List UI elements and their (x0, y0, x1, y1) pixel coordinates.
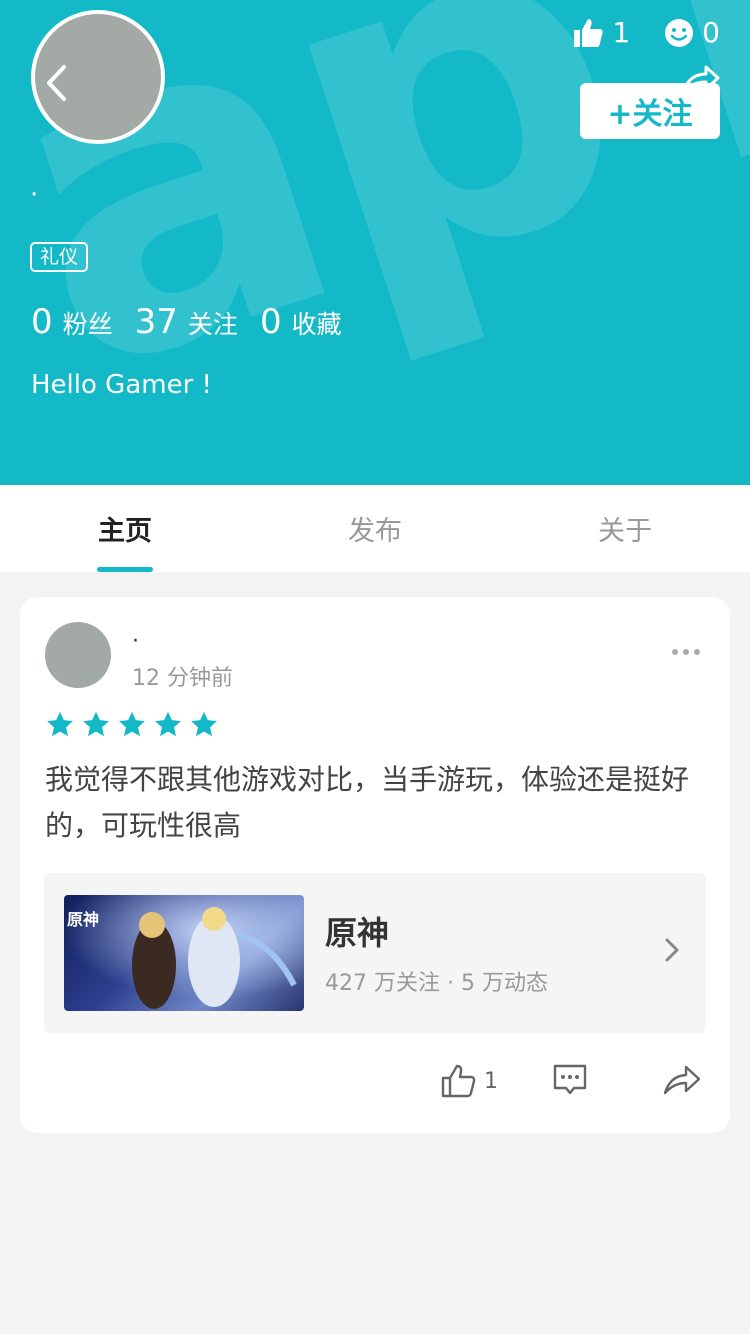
favorites-label[interactable]: 收藏 (292, 305, 342, 341)
post-time: 12 分钟前 (132, 666, 233, 691)
share-icon (663, 1065, 701, 1095)
comment-icon (553, 1064, 587, 1095)
like-button[interactable]: 1 (440, 1063, 498, 1099)
profile-tabs: 主页 发布 关于 (0, 485, 750, 572)
tab-about[interactable]: 关于 (500, 485, 750, 572)
game-logo-text: 原神 (67, 910, 99, 929)
game-cover-image: 原神 (64, 895, 304, 1011)
rating-stars (45, 710, 219, 740)
following-label[interactable]: 关注 (188, 305, 238, 341)
post-actions: 1 (20, 1057, 730, 1107)
like-button-count: 1 (484, 1068, 498, 1094)
follow-button[interactable]: +关注 (580, 83, 720, 139)
favorites-count[interactable]: 0 (260, 302, 282, 342)
back-button[interactable] (40, 60, 74, 106)
smile-count-value: 0 (702, 16, 720, 49)
tab-home[interactable]: 主页 (0, 485, 250, 572)
star-icon (47, 711, 73, 737)
smile-icon (665, 18, 694, 47)
thumbs-up-outline-icon (441, 1064, 476, 1098)
tab-home-label: 主页 (98, 516, 152, 547)
chevron-right-icon (665, 938, 679, 962)
tab-posts-label: 发布 (348, 516, 402, 547)
user-badge[interactable]: 礼仪 (30, 242, 89, 272)
game-card[interactable]: 原神 原神 427 万关注 · 5 万动态 (44, 873, 706, 1033)
tab-about-label: 关于 (598, 516, 652, 547)
post-username[interactable]: · (132, 629, 139, 654)
profile-bio: Hello Gamer ! (31, 370, 212, 400)
game-meta: 427 万关注 · 5 万动态 (325, 971, 548, 996)
following-count[interactable]: 37 (135, 302, 178, 342)
profile-username: · (30, 180, 39, 210)
star-icon (119, 711, 145, 737)
like-count[interactable]: 1 (572, 16, 630, 49)
fans-count[interactable]: 0 (31, 302, 53, 342)
active-tab-indicator (97, 567, 153, 572)
post-card[interactable]: · 12 分钟前 我觉得不跟其他游戏对比，当手游玩，体验还是挺好的，可玩性很高 … (20, 597, 730, 1133)
profile-header: apTa 1 0 +关注 · 礼仪 0 粉丝 37 关注 0 收藏 Hello … (0, 0, 750, 485)
star-icon (155, 711, 181, 737)
smile-count[interactable]: 0 (664, 16, 720, 49)
post-text[interactable]: 我觉得不跟其他游戏对比，当手游玩，体验还是挺好的，可玩性很高 (45, 757, 705, 849)
comment-button[interactable] (552, 1063, 588, 1097)
fans-label[interactable]: 粉丝 (63, 305, 113, 341)
share-button[interactable] (662, 1063, 702, 1097)
thumbs-up-icon (574, 18, 603, 47)
like-count-value: 1 (612, 16, 631, 49)
post-avatar[interactable] (45, 622, 111, 688)
star-icon (191, 711, 217, 737)
more-options-icon[interactable] (672, 649, 700, 655)
game-name: 原神 (325, 914, 390, 952)
tab-posts[interactable]: 发布 (250, 485, 500, 572)
profile-counts: 0 粉丝 37 关注 0 收藏 (31, 302, 364, 342)
chevron-left-icon (47, 65, 66, 101)
star-icon (83, 711, 109, 737)
